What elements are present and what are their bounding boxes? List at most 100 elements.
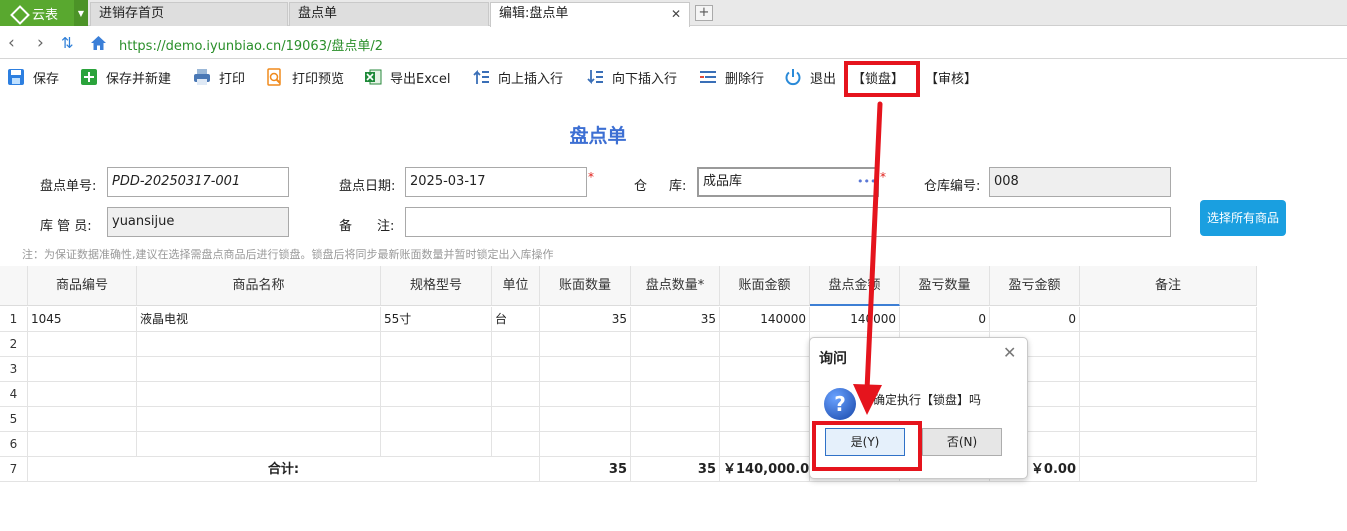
table-row[interactable] xyxy=(28,382,1257,407)
cell-product-name[interactable]: 液晶电视 xyxy=(137,307,381,332)
question-icon: ? xyxy=(824,388,856,420)
cell-diff-amount[interactable]: 0 xyxy=(990,307,1080,332)
cell-count-amount[interactable]: 140000 xyxy=(810,307,900,332)
print-icon xyxy=(194,69,210,85)
row-number: 7 xyxy=(0,457,28,482)
dialog-message: 确定执行【锁盘】吗 xyxy=(873,393,982,407)
back-icon[interactable]: ‹ xyxy=(8,33,15,53)
print-button[interactable]: 打印 xyxy=(193,66,245,88)
header-diff-qty[interactable]: 盈亏数量 xyxy=(900,266,990,306)
insert-up-label: 向上插入行 xyxy=(498,71,564,87)
more-icon[interactable]: ••• xyxy=(857,169,876,195)
header-book-amount[interactable]: 账面金额 xyxy=(720,266,810,306)
tab-edit-inventory[interactable]: 编辑:盘点单 ✕ xyxy=(490,2,690,27)
close-icon[interactable]: ✕ xyxy=(1003,343,1016,362)
insert-row-above-button[interactable]: 向上插入行 xyxy=(472,66,563,88)
yes-highlight-box xyxy=(812,421,922,471)
date-label: 盘点日期: xyxy=(339,179,396,194)
excel-icon xyxy=(365,69,382,85)
app-logo-icon xyxy=(10,5,26,21)
insert-row-below-button[interactable]: 向下插入行 xyxy=(586,66,677,88)
tab-label: 进销存首页 xyxy=(99,6,165,21)
print-label: 打印 xyxy=(219,71,246,87)
date-field[interactable]: 2025-03-17 xyxy=(405,167,587,197)
remark-field[interactable] xyxy=(405,207,1171,237)
address-bar: ‹ › ⇅ https://demo.iyunbiao.cn/19063/盘点单… xyxy=(0,27,1347,59)
total-book-qty: 35 xyxy=(540,457,631,482)
row-number: 5 xyxy=(0,407,28,432)
delete-row-icon xyxy=(700,71,716,83)
cell-spec[interactable]: 55寸 xyxy=(381,307,492,332)
app-name: 云表 xyxy=(32,7,59,23)
select-all-products-button[interactable]: 选择所有商品 xyxy=(1200,200,1286,236)
header-product-code[interactable]: 商品编号 xyxy=(28,266,137,306)
home-icon[interactable] xyxy=(90,35,107,51)
doc-no-field[interactable]: PDD-20250317-001 xyxy=(107,167,289,197)
header-count-amount[interactable]: 盘点金额 xyxy=(810,266,900,306)
export-excel-button[interactable]: 导出Excel xyxy=(364,66,450,88)
forward-icon[interactable]: › xyxy=(37,33,44,53)
tab-label: 盘点单 xyxy=(298,6,338,21)
column-divider xyxy=(136,332,137,457)
warehouse-field[interactable]: 成品库 ••• xyxy=(697,167,879,197)
url-text[interactable]: https://demo.iyunbiao.cn/19063/盘点单/2 xyxy=(119,35,383,54)
add-tab-button[interactable]: + xyxy=(695,5,713,21)
table-row[interactable] xyxy=(28,407,1257,432)
print-preview-button[interactable]: 打印预览 xyxy=(266,66,344,88)
table-row[interactable] xyxy=(28,332,1257,357)
tab-inventory-list[interactable]: 盘点单 xyxy=(289,2,489,26)
exit-button[interactable]: 退出 xyxy=(784,66,836,88)
keeper-field: yuansijue xyxy=(107,207,289,237)
required-mark: * xyxy=(880,170,886,184)
dialog-title: 询问 xyxy=(819,351,847,367)
close-tab-icon[interactable]: ✕ xyxy=(671,3,681,25)
save-new-label: 保存并新建 xyxy=(106,71,172,87)
table-row[interactable] xyxy=(28,432,1257,457)
print-preview-label: 打印预览 xyxy=(292,71,345,87)
header-book-qty[interactable]: 账面数量 xyxy=(540,266,631,306)
remark-label-2: 注: xyxy=(377,219,395,234)
keeper-label: 库 管 员: xyxy=(40,219,92,234)
row-number: 4 xyxy=(0,382,28,407)
required-mark: * xyxy=(588,170,594,184)
no-button[interactable]: 否(N) xyxy=(922,428,1002,456)
cell-product-code[interactable]: 1045 xyxy=(28,307,137,332)
lock-highlight-box xyxy=(844,61,920,97)
warehouse-code-label: 仓库编号: xyxy=(924,179,981,194)
audit-label: 【审核】 xyxy=(925,71,978,87)
cell-count-qty[interactable]: 35 xyxy=(631,307,720,332)
cell-book-amount[interactable]: 140000 xyxy=(720,307,810,332)
table-row[interactable] xyxy=(28,357,1257,382)
delete-row-button[interactable]: 删除行 xyxy=(699,66,764,88)
save-button[interactable]: 保存 xyxy=(7,66,59,88)
cell-remark[interactable] xyxy=(1080,307,1257,332)
header-product-name[interactable]: 商品名称 xyxy=(137,266,381,306)
detail-grid: 商品编号 商品名称 规格型号 单位 账面数量 盘点数量* 账面金额 盘点金额 盈… xyxy=(0,266,1257,482)
print-preview-icon xyxy=(267,68,281,86)
chevron-down-icon[interactable]: ▼ xyxy=(74,0,88,26)
warehouse-code-field: 008 xyxy=(989,167,1171,197)
total-count-qty: 35 xyxy=(631,457,720,482)
save-and-new-button[interactable]: 保存并新建 xyxy=(80,66,171,88)
cell-unit[interactable]: 台 xyxy=(492,307,540,332)
header-diff-amount[interactable]: 盈亏金额 xyxy=(990,266,1080,306)
header-count-qty[interactable]: 盘点数量* xyxy=(631,266,720,306)
cell-diff-qty[interactable]: 0 xyxy=(900,307,990,332)
column-divider xyxy=(1079,332,1080,457)
tab-home[interactable]: 进销存首页 xyxy=(90,2,288,26)
warehouse-label-2: 库: xyxy=(669,179,687,194)
total-label: 合计: xyxy=(28,457,540,482)
header-remark[interactable]: 备注 xyxy=(1080,266,1257,306)
cell-book-qty[interactable]: 35 xyxy=(540,307,631,332)
warehouse-value: 成品库 xyxy=(703,174,743,189)
refresh-icon[interactable]: ⇅ xyxy=(61,33,74,53)
header-unit[interactable]: 单位 xyxy=(492,266,540,306)
row-number-header xyxy=(0,266,28,306)
total-book-amount: ￥140,000.00 xyxy=(720,457,810,482)
header-spec[interactable]: 规格型号 xyxy=(381,266,492,306)
app-menu-button[interactable]: 云表 ▼ xyxy=(0,0,88,26)
row-number: 3 xyxy=(0,357,28,382)
audit-button[interactable]: 【审核】 xyxy=(925,66,977,88)
row-number: 1 xyxy=(0,307,28,332)
doc-no-label: 盘点单号: xyxy=(40,179,97,194)
